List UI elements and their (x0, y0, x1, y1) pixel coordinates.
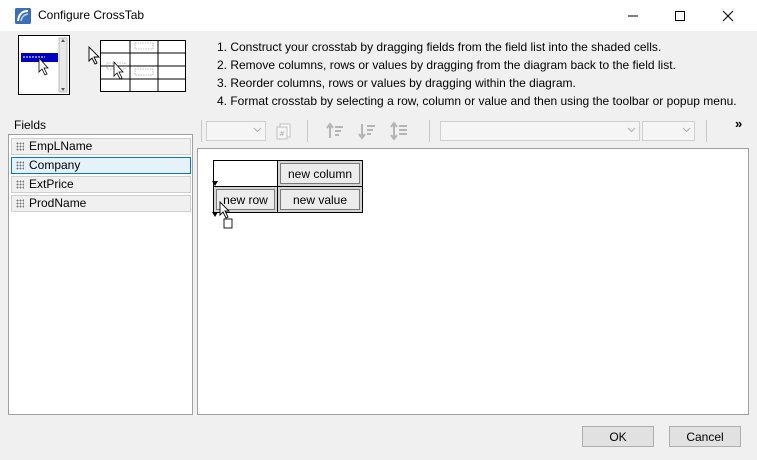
insert-marker-icon (212, 207, 218, 217)
close-button[interactable] (705, 0, 751, 31)
minimize-icon (628, 15, 638, 16)
sort-icon[interactable] (324, 120, 346, 142)
new-column-label: new column (280, 163, 360, 184)
minimize-button[interactable] (610, 0, 656, 31)
grip-icon (16, 142, 24, 151)
crosstab-grid-illustration (100, 40, 186, 92)
drag-field-illustration (18, 35, 70, 95)
chevron-down-icon (253, 127, 262, 133)
ok-button[interactable]: OK (582, 426, 654, 447)
grip-icon (16, 161, 24, 170)
grip-icon (16, 199, 24, 208)
field-item-label: Company (29, 158, 81, 172)
corner-cell (213, 160, 278, 187)
font-name-combo[interactable] (440, 121, 640, 141)
instruction-3: 3. Reorder columns, rows or values by dr… (217, 76, 576, 90)
toolbar-separator (429, 120, 430, 142)
title-bar: Configure CrossTab (0, 0, 757, 31)
instruction-1: 1. Construct your crosstab by dragging f… (217, 40, 662, 54)
format-toolbar: # » (198, 116, 748, 146)
field-list[interactable]: EmpLName Company ExtPrice ProdName (8, 134, 193, 415)
move-cursor-icon (219, 200, 237, 229)
format-combo[interactable] (206, 121, 266, 141)
sort-descending-icon[interactable] (356, 120, 378, 142)
value-cell[interactable]: new value (277, 186, 363, 213)
instruction-2: 2. Remove columns, rows or values by dra… (217, 58, 676, 72)
toolbar-separator (706, 120, 707, 142)
column-cell[interactable]: new column (277, 160, 363, 187)
field-item-label: ExtPrice (29, 177, 74, 191)
close-icon (722, 10, 734, 21)
toolbar-overflow-button[interactable]: » (735, 116, 742, 131)
maximize-icon (675, 10, 685, 21)
field-item-label: ProdName (29, 196, 87, 210)
field-item-prodname[interactable]: ProdName (11, 195, 191, 212)
crosstab-diagram[interactable]: new column new row new value (197, 148, 749, 415)
instruction-4: 4. Format crosstab by selecting a row, c… (217, 94, 737, 108)
grip-icon (16, 180, 24, 189)
toolbar-separator (307, 120, 308, 142)
chevron-down-icon (627, 127, 636, 133)
app-icon (15, 8, 31, 24)
toolbar-separator (201, 120, 202, 142)
fields-label: Fields (14, 118, 47, 132)
svg-text:#: # (279, 130, 285, 138)
window-title: Configure CrossTab (38, 8, 145, 22)
insert-marker-icon (212, 176, 218, 186)
chevron-down-icon (682, 127, 691, 133)
number-format-icon[interactable]: # (272, 120, 294, 142)
field-item-label: EmpLName (29, 139, 93, 153)
field-item-company[interactable]: Company (11, 157, 191, 174)
field-item-emplname[interactable]: EmpLName (11, 138, 191, 155)
sort-ascending-icon[interactable] (388, 120, 410, 142)
new-value-label: new value (280, 189, 360, 210)
font-size-combo[interactable] (642, 121, 695, 141)
cancel-button[interactable]: Cancel (669, 426, 741, 447)
field-item-extprice[interactable]: ExtPrice (11, 176, 191, 193)
maximize-button[interactable] (657, 0, 703, 31)
